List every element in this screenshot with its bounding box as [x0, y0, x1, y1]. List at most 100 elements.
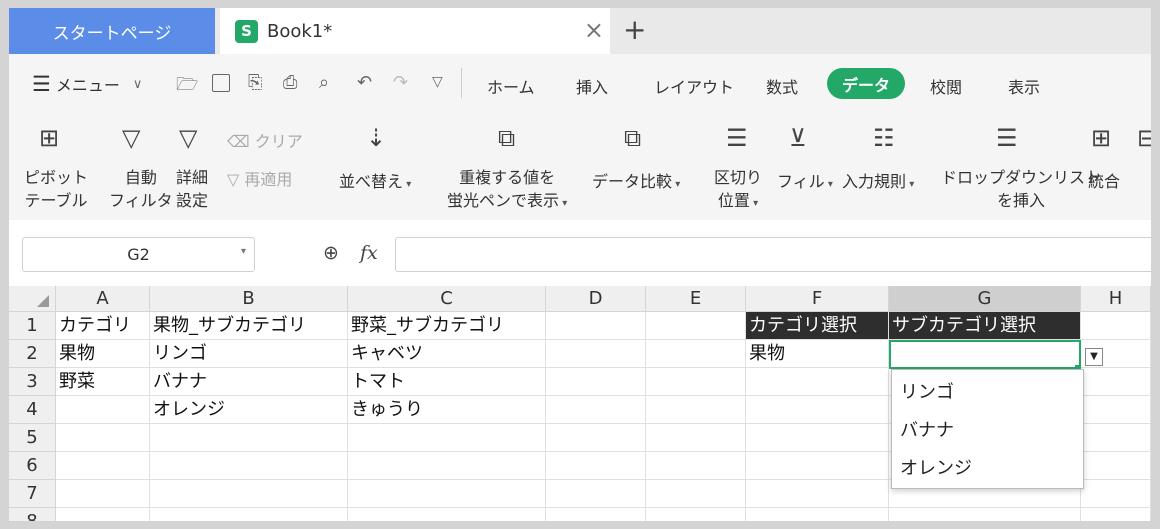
tab-insert[interactable]: 挿入 [576, 74, 608, 98]
row-header-2[interactable]: 2 [9, 340, 56, 368]
cell-b2[interactable]: リンゴ [150, 340, 348, 368]
row-header-3[interactable]: 3 [9, 368, 56, 396]
cell-b3[interactable]: バナナ [150, 368, 348, 396]
cell-e3[interactable] [646, 368, 746, 396]
tab-home[interactable]: ホーム [487, 74, 535, 98]
fill-button[interactable]: フィル ▾ [777, 168, 833, 192]
dropdown-option-1[interactable]: リンゴ [900, 378, 954, 404]
cell-b6[interactable] [150, 452, 348, 480]
cell-b4[interactable]: オレンジ [150, 396, 348, 424]
format-painter-icon[interactable]: ⎘ [248, 72, 262, 93]
column-header-h[interactable]: H [1081, 286, 1151, 312]
formula-input[interactable] [395, 237, 1151, 272]
column-header-b[interactable]: B [150, 286, 348, 312]
cell-e6[interactable] [646, 452, 746, 480]
tab-data[interactable]: データ [827, 68, 905, 99]
cell-e8[interactable] [646, 508, 746, 521]
cell-c6[interactable] [348, 452, 546, 480]
cell-f2[interactable]: 果物 [746, 340, 889, 368]
data-validation-button[interactable]: 入力規則 ▾ [842, 168, 914, 192]
cell-a7[interactable] [56, 480, 150, 508]
open-folder-icon[interactable]: 🗁 [176, 72, 198, 102]
close-tab-icon[interactable]: × [584, 18, 604, 42]
cell-h6[interactable] [1081, 452, 1151, 480]
main-menu-button[interactable]: ☰ メニュー ∨ [32, 72, 142, 96]
cell-f6[interactable] [746, 452, 889, 480]
column-header-e[interactable]: E [646, 286, 746, 312]
cell-d2[interactable] [546, 340, 646, 368]
cell-d6[interactable] [546, 452, 646, 480]
cell-h1[interactable] [1081, 312, 1151, 340]
redo-icon[interactable]: ↷ [393, 72, 408, 93]
function-icon[interactable]: fx [360, 242, 378, 264]
cell-e7[interactable] [646, 480, 746, 508]
cell-a4[interactable] [56, 396, 150, 424]
cell-c4[interactable]: きゅうり [348, 396, 546, 424]
highlight-duplicates-button[interactable]: 重複する値を 蛍光ペンで表示 ▾ [447, 166, 567, 215]
column-header-d[interactable]: D [546, 286, 646, 312]
reapply-filter-button[interactable]: ▽ 再適用 [227, 166, 292, 190]
row-header-1[interactable]: 1 [9, 312, 56, 340]
cell-c3[interactable]: トマト [348, 368, 546, 396]
print-preview-icon[interactable]: ⌕ [319, 72, 329, 93]
select-all-corner[interactable] [9, 286, 56, 312]
cell-h8[interactable] [1081, 508, 1151, 521]
new-tab-icon[interactable]: + [623, 15, 646, 45]
cell-d5[interactable] [546, 424, 646, 452]
cell-e4[interactable] [646, 396, 746, 424]
cell-h3[interactable] [1081, 368, 1151, 396]
cell-f7[interactable] [746, 480, 889, 508]
cell-e2[interactable] [646, 340, 746, 368]
print-icon[interactable]: ⎙ [283, 72, 297, 93]
cell-h4[interactable] [1081, 396, 1151, 424]
cell-f3[interactable] [746, 368, 889, 396]
row-header-5[interactable]: 5 [9, 424, 56, 452]
name-box[interactable]: G2 ▾ [22, 237, 255, 272]
cell-b1[interactable]: 果物_サブカテゴリ [150, 312, 348, 340]
tab-book1[interactable]: S Book1* × [220, 8, 610, 54]
row-header-7[interactable]: 7 [9, 480, 56, 508]
row-header-4[interactable]: 4 [9, 396, 56, 424]
cell-d3[interactable] [546, 368, 646, 396]
cell-a5[interactable] [56, 424, 150, 452]
dropdown-option-3[interactable]: オレンジ [900, 454, 972, 480]
autofilter-button[interactable]: 自動 フィルタ [109, 166, 173, 212]
cell-c8[interactable] [348, 508, 546, 521]
pivot-table-button[interactable]: ピボット テーブル [24, 166, 88, 212]
text-to-columns-button[interactable]: 区切り 位置 ▾ [714, 166, 762, 215]
column-header-c[interactable]: C [348, 286, 546, 312]
row-header-6[interactable]: 6 [9, 452, 56, 480]
cell-h7[interactable] [1081, 480, 1151, 508]
clear-filter-button[interactable]: ⌫ クリア [227, 128, 303, 152]
save-icon[interactable] [212, 74, 230, 92]
tab-review[interactable]: 校閲 [930, 74, 962, 98]
more-ribbon-icon[interactable]: ⊟ [1137, 124, 1151, 152]
cell-d7[interactable] [546, 480, 646, 508]
cell-g1[interactable]: サブカテゴリ選択 [889, 312, 1081, 340]
insert-dropdown-list-button[interactable]: ドロップダウンリスト を挿入 [941, 166, 1101, 212]
cell-e5[interactable] [646, 424, 746, 452]
name-box-dropdown-icon[interactable]: ▾ [241, 246, 246, 257]
data-compare-button[interactable]: データ比較 ▾ [592, 168, 680, 192]
zoom-icon[interactable]: ⊕ [323, 242, 339, 264]
cell-c1[interactable]: 野菜_サブカテゴリ [348, 312, 546, 340]
cell-a8[interactable] [56, 508, 150, 521]
cell-f8[interactable] [746, 508, 889, 521]
cell-b7[interactable] [150, 480, 348, 508]
sort-button[interactable]: 並べ替え ▾ [339, 168, 411, 192]
column-header-a[interactable]: A [56, 286, 150, 312]
cell-b5[interactable] [150, 424, 348, 452]
dropdown-option-2[interactable]: バナナ [900, 416, 954, 442]
cell-a6[interactable] [56, 452, 150, 480]
column-header-f[interactable]: F [746, 286, 889, 312]
consolidate-button[interactable]: 統合 [1088, 168, 1120, 192]
cell-c5[interactable] [348, 424, 546, 452]
cell-b8[interactable] [150, 508, 348, 521]
tab-start-page[interactable]: スタートページ [9, 8, 215, 54]
tab-layout[interactable]: レイアウト [654, 74, 734, 98]
cell-f5[interactable] [746, 424, 889, 452]
undo-icon[interactable]: ↶ [357, 72, 372, 93]
cell-h5[interactable] [1081, 424, 1151, 452]
cell-dropdown-arrow-icon[interactable]: ▼ [1085, 348, 1103, 366]
cell-a1[interactable]: カテゴリ [56, 312, 150, 340]
